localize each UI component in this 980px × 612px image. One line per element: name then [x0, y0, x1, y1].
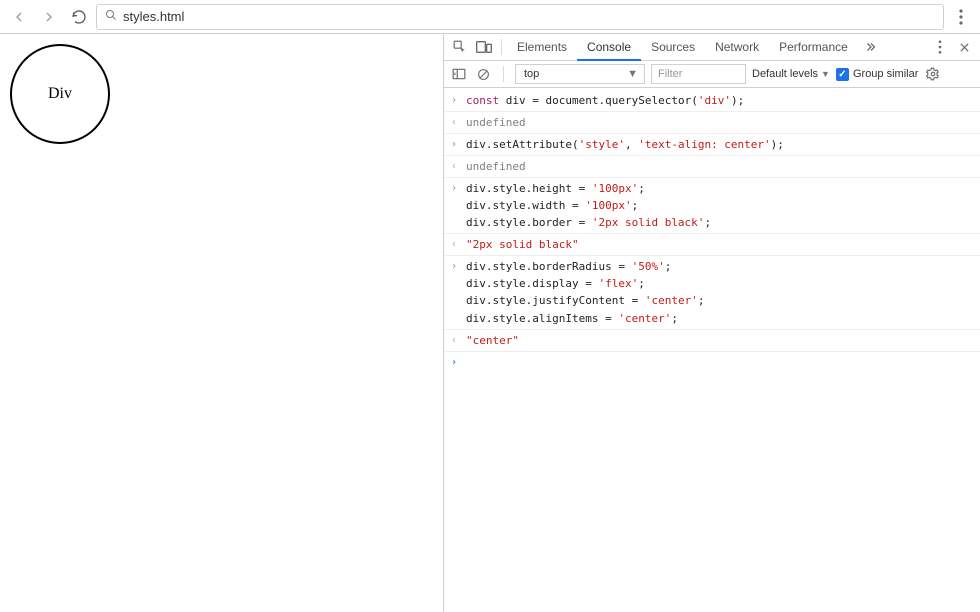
devtools-close-button[interactable] [952, 35, 976, 59]
browser-menu-button[interactable] [948, 4, 974, 30]
code-line: "center" [466, 332, 519, 349]
search-icon [105, 9, 117, 24]
console-input-entry: div.setAttribute('style', 'text-align: c… [444, 134, 980, 156]
inspect-element-button[interactable] [448, 35, 472, 59]
tab-sources[interactable]: Sources [641, 34, 705, 61]
log-levels-label: Default levels [752, 68, 818, 80]
console-filter-input[interactable]: Filter [651, 64, 746, 84]
log-levels-selector[interactable]: Default levels ▼ [752, 68, 830, 80]
input-marker-icon [448, 136, 460, 153]
checkbox-checked-icon: ✓ [836, 68, 849, 81]
code-line: div.style.height = '100px'; div.style.wi… [466, 180, 711, 231]
device-toolbar-button[interactable] [472, 35, 496, 59]
code-line: "2px solid black" [466, 236, 579, 253]
tab-performance[interactable]: Performance [769, 34, 858, 61]
output-marker-icon [448, 332, 460, 349]
inspect-icon [453, 40, 467, 54]
reload-button[interactable] [66, 4, 92, 30]
chevron-down-icon: ▼ [627, 68, 638, 80]
page-viewport: Div [0, 34, 443, 612]
device-icon [476, 40, 492, 54]
separator [501, 39, 502, 55]
tabs-overflow-button[interactable] [858, 35, 882, 59]
chevrons-right-icon [864, 41, 876, 53]
console-sidebar-toggle[interactable] [450, 65, 468, 83]
prompt-marker-icon [448, 354, 460, 371]
arrow-right-icon [41, 9, 57, 25]
console-toolbar: top ▼ Filter Default levels ▼ ✓ Group si… [444, 61, 980, 88]
chevron-down-icon: ▼ [821, 69, 830, 79]
clear-console-button[interactable] [474, 65, 492, 83]
separator [503, 66, 504, 82]
console-output-entry: undefined [444, 112, 980, 134]
devtools-menu-button[interactable] [928, 35, 952, 59]
console-prompt[interactable] [444, 352, 980, 373]
console-output-entry: "center" [444, 330, 980, 352]
tab-network[interactable]: Network [705, 34, 769, 61]
console-output-entry: undefined [444, 156, 980, 178]
input-marker-icon [448, 258, 460, 326]
browser-toolbar: styles.html [0, 0, 980, 34]
context-selector-label: top [524, 68, 539, 80]
prompt-input[interactable] [466, 354, 473, 371]
main-split: Div Elements Console Sources Network Per… [0, 34, 980, 612]
group-similar-label: Group similar [853, 68, 918, 80]
vertical-dots-icon [959, 9, 963, 25]
code-line: div.setAttribute('style', 'text-align: c… [466, 136, 784, 153]
console-output-entry: "2px solid black" [444, 234, 980, 256]
context-selector[interactable]: top ▼ [515, 64, 645, 84]
gear-icon [926, 67, 940, 81]
input-marker-icon [448, 92, 460, 109]
console-settings-button[interactable] [924, 65, 942, 83]
vertical-dots-icon [938, 40, 942, 54]
console-output[interactable]: const div = document.querySelector('div'… [444, 88, 980, 612]
forward-button[interactable] [36, 4, 62, 30]
styled-div-text: Div [48, 85, 72, 103]
sidebar-toggle-icon [452, 68, 466, 80]
tab-elements[interactable]: Elements [507, 34, 577, 61]
output-marker-icon [448, 158, 460, 175]
console-input-entry: div.style.borderRadius = '50%'; div.styl… [444, 256, 980, 329]
address-bar-text: styles.html [123, 9, 935, 24]
group-similar-toggle[interactable]: ✓ Group similar [836, 68, 918, 81]
code-line: undefined [466, 114, 526, 131]
console-input-entry: div.style.height = '100px'; div.style.wi… [444, 178, 980, 234]
output-marker-icon [448, 236, 460, 253]
address-bar[interactable]: styles.html [96, 4, 944, 30]
devtools-panel: Elements Console Sources Network Perform… [443, 34, 980, 612]
tab-console[interactable]: Console [577, 34, 641, 61]
styled-div: Div [10, 44, 110, 144]
output-marker-icon [448, 114, 460, 131]
code-line: undefined [466, 158, 526, 175]
arrow-left-icon [11, 9, 27, 25]
input-marker-icon [448, 180, 460, 231]
back-button[interactable] [6, 4, 32, 30]
console-input-entry: const div = document.querySelector('div'… [444, 90, 980, 112]
clear-icon [477, 68, 490, 81]
filter-placeholder: Filter [658, 68, 682, 80]
devtools-tabstrip: Elements Console Sources Network Perform… [444, 34, 980, 61]
reload-icon [71, 9, 87, 25]
close-icon [959, 42, 970, 53]
code-line: div.style.borderRadius = '50%'; div.styl… [466, 258, 704, 326]
code-line: const div = document.querySelector('div'… [466, 92, 744, 109]
